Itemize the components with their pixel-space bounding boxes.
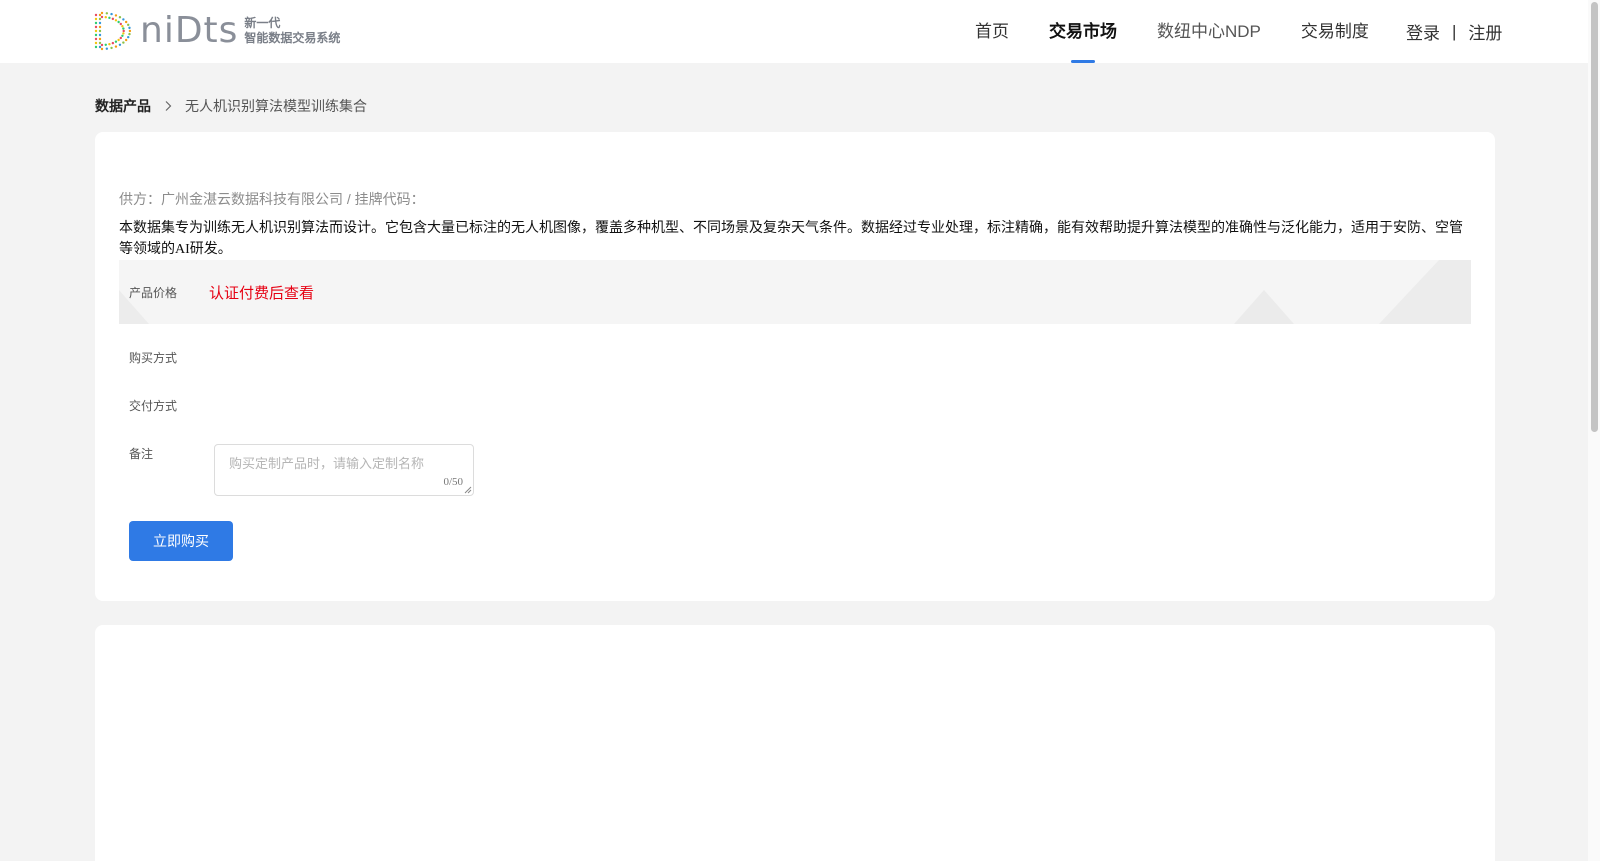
breadcrumb: 数据产品 无人机识别算法模型训练集合: [95, 96, 367, 116]
nav-item-market[interactable]: 交易市场: [1049, 0, 1117, 63]
login-link[interactable]: 登录: [1406, 19, 1440, 44]
remark-char-counter: 0/50: [443, 476, 463, 488]
buy-now-button[interactable]: 立即购买: [129, 521, 233, 561]
price-value: 认证付费后查看: [209, 286, 315, 302]
scrollbar-thumb[interactable]: [1591, 2, 1598, 432]
breadcrumb-current: 无人机识别算法模型训练集合: [185, 98, 367, 114]
price-row: 产品价格 认证付费后查看: [119, 260, 1471, 324]
supplier-line: 供方：广州金湛云数据科技有限公司 / 挂牌代码：: [119, 191, 425, 207]
product-description: 本数据集专为训练无人机识别算法而设计。它包含大量已标注的无人机图像，覆盖多种机型…: [119, 221, 1463, 257]
chevron-right-icon: [165, 101, 172, 111]
logo-dotted-d-icon: [94, 11, 132, 51]
remark-label: 备注: [129, 447, 154, 461]
remark-textarea[interactable]: [215, 445, 473, 495]
top-header: niDts 新一代 智能数据交易系统 首页 交易市场 数纽中心NDP 交易制度 …: [0, 0, 1600, 63]
register-link[interactable]: 注册: [1468, 19, 1502, 44]
nav-item-home[interactable]: 首页: [975, 0, 1009, 63]
price-label: 产品价格: [129, 286, 178, 300]
purchase-method-label: 购买方式: [129, 351, 178, 365]
logo-tagline: 新一代 智能数据交易系统: [244, 16, 340, 46]
price-row-decoration: [119, 260, 1471, 324]
product-detail-card: 供方：广州金湛云数据科技有限公司 / 挂牌代码： 本数据集专为训练无人机识别算法…: [95, 132, 1495, 601]
resize-handle-icon[interactable]: [464, 486, 472, 494]
remark-field-wrapper: 0/50: [214, 444, 474, 496]
logo-tagline-line2: 智能数据交易系统: [244, 31, 341, 45]
logo-tagline-line1: 新一代: [244, 16, 281, 30]
site-logo[interactable]: niDts 新一代 智能数据交易系统: [94, 11, 344, 51]
delivery-method-label: 交付方式: [129, 399, 178, 413]
logo-wordmark: niDts: [140, 10, 239, 51]
nav-item-rules[interactable]: 交易制度: [1301, 0, 1369, 63]
product-extra-card: [95, 625, 1495, 861]
auth-links: 登录 | 注册: [1406, 0, 1502, 63]
auth-separator: |: [1452, 21, 1457, 41]
nav-item-ndp[interactable]: 数纽中心NDP: [1157, 0, 1261, 63]
page-scrollbar[interactable]: [1588, 0, 1600, 861]
main-nav: 首页 交易市场 数纽中心NDP 交易制度: [975, 0, 1409, 63]
breadcrumb-root[interactable]: 数据产品: [95, 96, 151, 116]
